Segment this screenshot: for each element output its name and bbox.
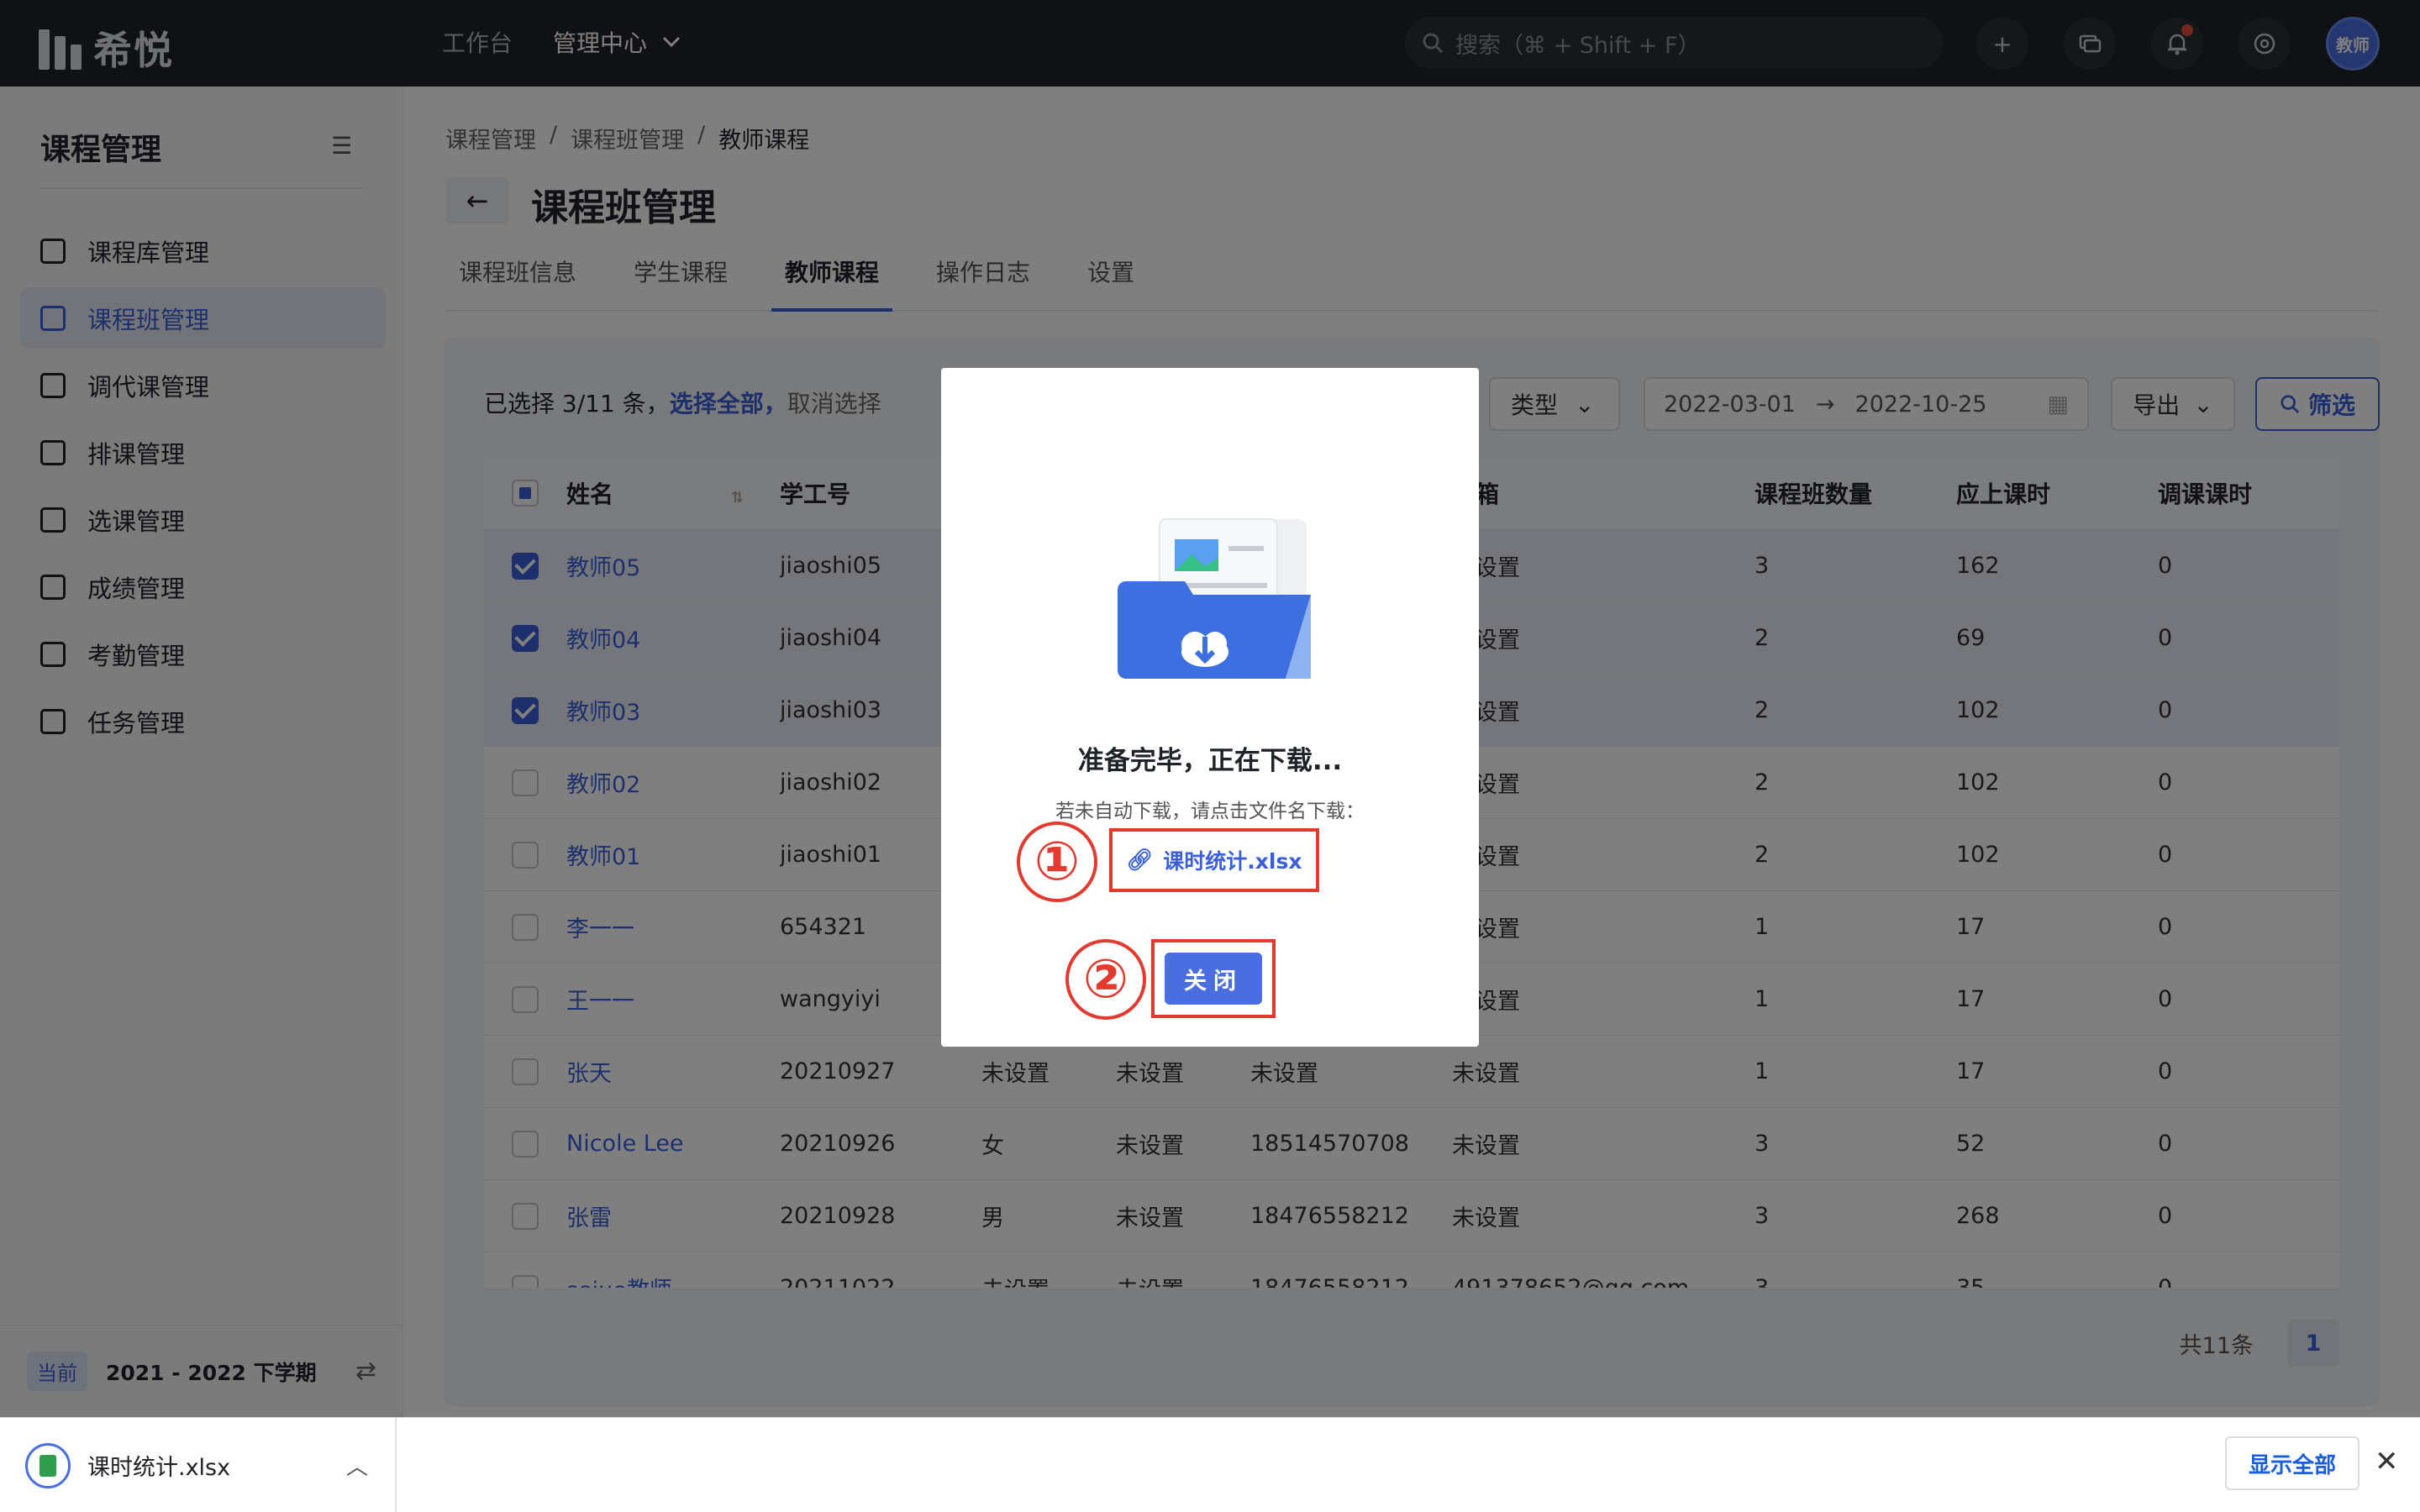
step-2-marker: ② bbox=[1065, 939, 1146, 1020]
chevron-up-icon[interactable]: ︿ bbox=[346, 1450, 368, 1481]
file-link-label: 课时统计.xlsx bbox=[1163, 849, 1302, 874]
close-button[interactable]: 关闭 bbox=[1165, 953, 1262, 1005]
modal-title: 准备完毕，正在下载... bbox=[1077, 746, 1343, 776]
step-1-marker: ① bbox=[1017, 822, 1097, 902]
close-button-highlight: 关闭 bbox=[1151, 939, 1276, 1018]
download-bar: 课时统计.xlsx ︿ 显示全部 ✕ bbox=[0, 1417, 2420, 1512]
show-all-button[interactable]: 显示全部 bbox=[2225, 1436, 2360, 1490]
close-icon[interactable]: ✕ bbox=[2375, 1445, 2399, 1478]
modal-hint: 若未自动下载，请点击文件名下载： bbox=[1055, 801, 1365, 822]
download-item[interactable]: 课时统计.xlsx ︿ bbox=[0, 1418, 397, 1512]
download-file-name: 课时统计.xlsx bbox=[87, 1455, 231, 1481]
download-folder-icon bbox=[1118, 518, 1311, 679]
paperclip-icon: 🔗︎ bbox=[1126, 848, 1154, 872]
download-modal: 准备完毕，正在下载... 若未自动下载，请点击文件名下载： ① 🔗︎ 课时统计.… bbox=[941, 368, 1479, 1047]
spreadsheet-file-icon bbox=[25, 1442, 71, 1488]
download-file-link[interactable]: 🔗︎ 课时统计.xlsx bbox=[1109, 828, 1319, 892]
